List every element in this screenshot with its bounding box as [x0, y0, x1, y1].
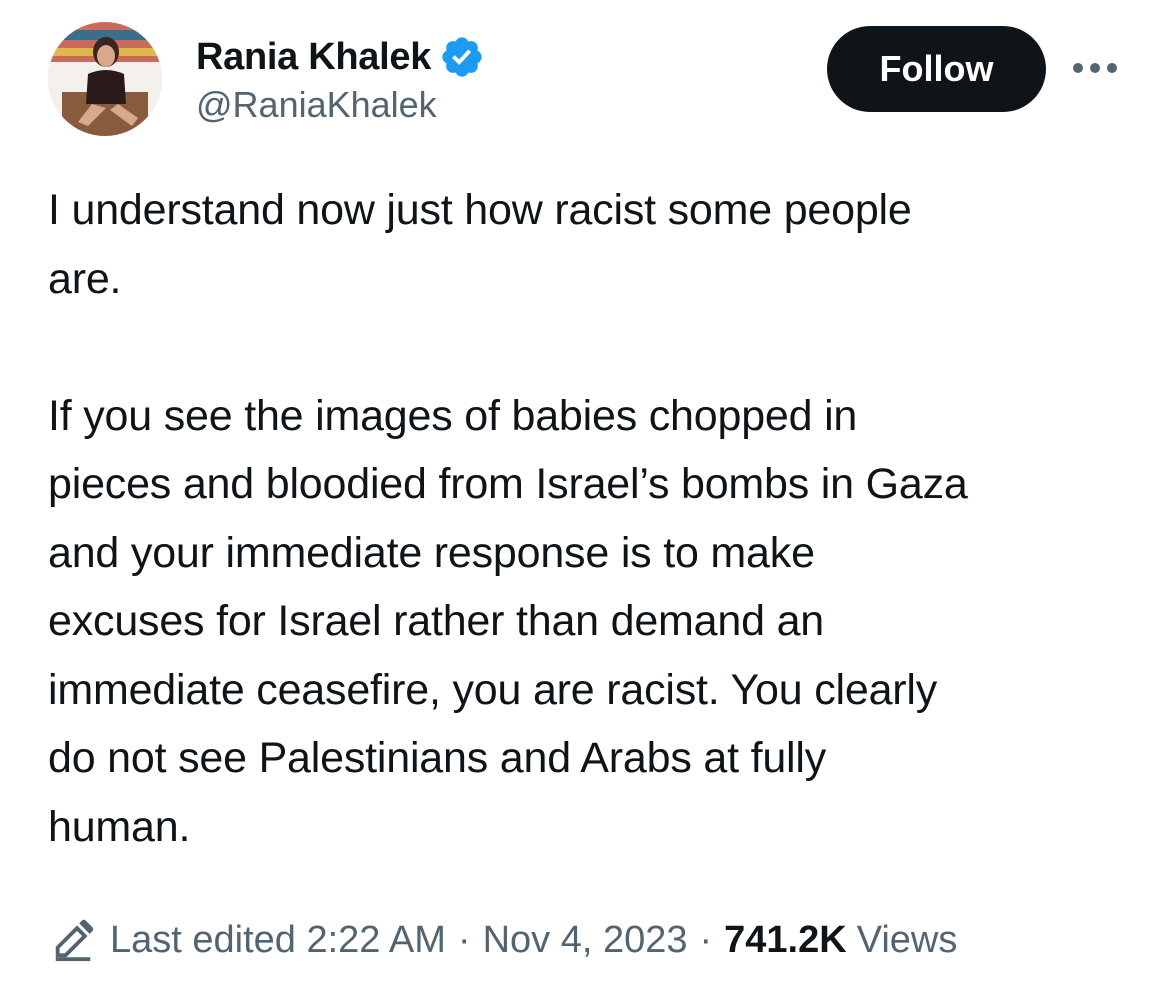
more-options-button[interactable] — [1070, 48, 1120, 88]
handle[interactable]: @RaniaKhalek — [196, 84, 437, 126]
separator: · — [699, 918, 713, 961]
separator: · — [457, 918, 471, 961]
more-horizontal-icon — [1073, 63, 1117, 73]
profile-photo — [48, 22, 162, 136]
views-count: 741.2K — [724, 918, 847, 961]
tweet-text: I understand now just how racist some pe… — [48, 186, 968, 851]
pencil-edit-icon — [55, 919, 94, 962]
avatar[interactable] — [48, 22, 162, 136]
tweet-header: Rania Khalek @RaniaKhalek Follow — [48, 22, 1128, 140]
tweet-meta: Last edited 2:22 AM · Nov 4, 2023 · 741.… — [50, 908, 957, 972]
follow-button[interactable]: Follow — [827, 26, 1046, 112]
name-row: Rania Khalek — [196, 32, 485, 82]
views-label: Views — [856, 918, 958, 961]
last-edited-label[interactable]: Last edited 2:22 AM — [110, 919, 446, 962]
display-name[interactable]: Rania Khalek — [196, 36, 431, 79]
verified-badge-icon[interactable] — [439, 34, 485, 80]
tweet-date[interactable]: Nov 4, 2023 — [483, 919, 688, 962]
